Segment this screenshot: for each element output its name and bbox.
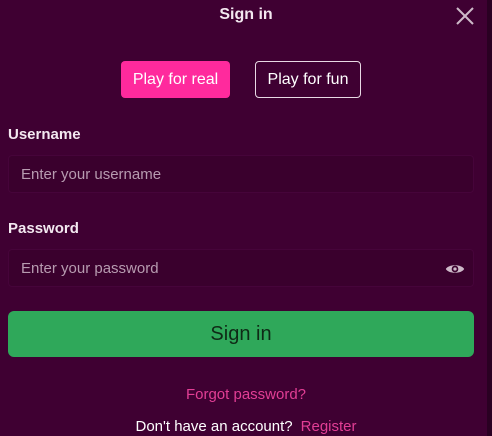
password-label: Password [8, 220, 79, 237]
username-label: Username [8, 126, 81, 143]
play-for-fun-button[interactable]: Play for fun [255, 61, 361, 98]
no-account-text: Don't have an account? [135, 418, 293, 435]
close-icon [456, 7, 474, 25]
play-mode-toggle: Play for real Play for fun [121, 61, 361, 98]
register-prompt: Don't have an account? Register [0, 418, 492, 435]
right-edge-strip [487, 0, 492, 436]
signin-button[interactable]: Sign in [8, 311, 474, 357]
password-field-wrapper [8, 249, 474, 287]
play-for-real-button[interactable]: Play for real [121, 61, 230, 98]
forgot-password-link[interactable]: Forgot password? [0, 386, 492, 403]
password-input[interactable] [9, 249, 443, 287]
signin-modal: Sign in Play for real Play for fun Usern… [0, 0, 492, 436]
username-input[interactable] [9, 155, 443, 193]
register-link[interactable]: Register [301, 418, 357, 435]
username-field-wrapper [8, 155, 474, 193]
close-button[interactable] [452, 3, 478, 29]
eye-icon[interactable] [445, 261, 465, 277]
modal-title: Sign in [219, 6, 273, 23]
